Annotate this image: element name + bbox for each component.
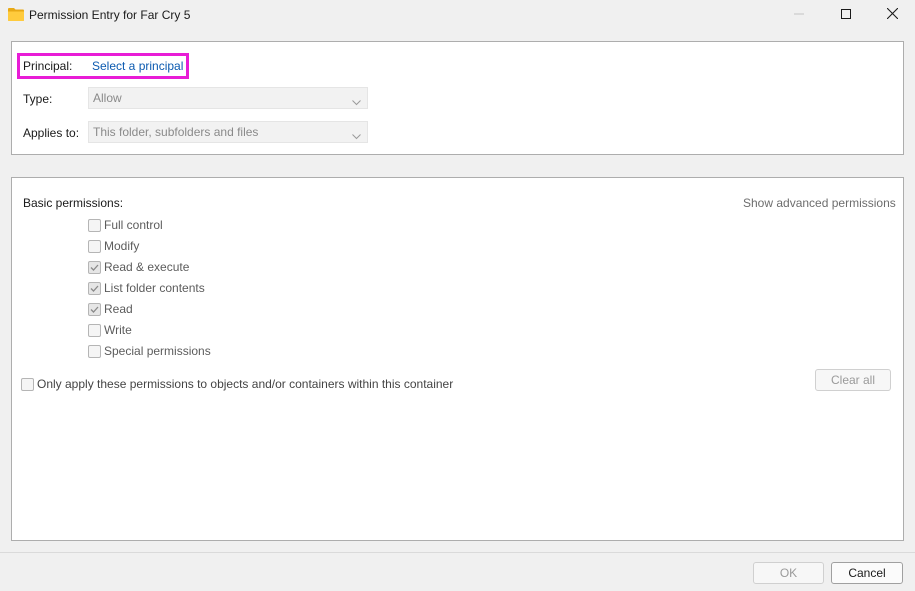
close-icon <box>886 7 898 22</box>
permission-checkbox[interactable] <box>88 281 101 295</box>
permission-row[interactable]: Read <box>88 301 133 317</box>
permission-checkbox[interactable] <box>88 218 101 232</box>
chevron-down-icon <box>352 95 361 109</box>
window-title: Permission Entry for Far Cry 5 <box>29 8 191 22</box>
maximize-button[interactable] <box>823 0 869 30</box>
clear-all-label: Clear all <box>830 373 875 387</box>
select-principal-link[interactable]: Select a principal <box>92 59 183 73</box>
permission-checkbox[interactable] <box>88 302 101 316</box>
show-advanced-permissions-link[interactable]: Show advanced permissions <box>743 196 896 210</box>
permission-label: Modify <box>104 239 140 253</box>
permission-label: Read <box>104 302 133 316</box>
basic-permissions-heading: Basic permissions: <box>23 196 124 210</box>
applies-to-dropdown[interactable]: This folder, subfolders and files <box>88 121 368 143</box>
permission-label: Read & execute <box>104 260 190 274</box>
permission-row[interactable]: List folder contents <box>88 280 205 296</box>
folder-icon <box>8 7 24 21</box>
ok-label: OK <box>779 566 798 580</box>
only-apply-checkbox[interactable] <box>21 377 34 391</box>
checkmark-icon <box>90 285 99 292</box>
minimize-icon <box>794 8 804 22</box>
permission-label: Full control <box>104 218 163 232</box>
checkmark-icon <box>90 306 99 313</box>
permission-checkbox[interactable] <box>88 323 101 337</box>
cancel-button[interactable]: Cancel <box>831 562 903 584</box>
clear-all-button[interactable]: Clear all <box>815 369 891 391</box>
permission-checkbox[interactable] <box>88 239 101 253</box>
principal-label: Principal: <box>23 59 73 73</box>
ok-button[interactable]: OK <box>753 562 824 584</box>
checkmark-icon <box>90 264 99 271</box>
cancel-label: Cancel <box>848 566 886 580</box>
only-apply-label: Only apply these permissions to objects … <box>37 377 454 391</box>
type-dropdown[interactable]: Allow <box>88 87 368 109</box>
permission-label: Write <box>104 323 132 337</box>
only-apply-checkbox-row[interactable]: Only apply these permissions to objects … <box>21 376 453 392</box>
permission-label: List folder contents <box>104 281 205 295</box>
permission-row[interactable]: Write <box>88 322 132 338</box>
close-button[interactable] <box>869 0 915 30</box>
permission-row[interactable]: Modify <box>88 238 139 254</box>
permission-row[interactable]: Read & execute <box>88 259 189 275</box>
permission-label: Special permissions <box>104 344 211 358</box>
permission-row[interactable]: Full control <box>88 217 163 233</box>
permission-checkbox[interactable] <box>88 260 101 274</box>
applies-to-label: Applies to: <box>23 126 80 140</box>
type-value: Allow <box>93 91 122 105</box>
minimize-button[interactable] <box>776 0 822 30</box>
title-bar[interactable]: Permission Entry for Far Cry 5 <box>0 0 915 30</box>
maximize-icon <box>841 8 851 22</box>
permission-checkbox[interactable] <box>88 344 101 358</box>
chevron-down-icon <box>352 129 361 143</box>
permission-row[interactable]: Special permissions <box>88 343 211 359</box>
type-label: Type: <box>23 92 53 106</box>
applies-to-value: This folder, subfolders and files <box>93 125 259 139</box>
